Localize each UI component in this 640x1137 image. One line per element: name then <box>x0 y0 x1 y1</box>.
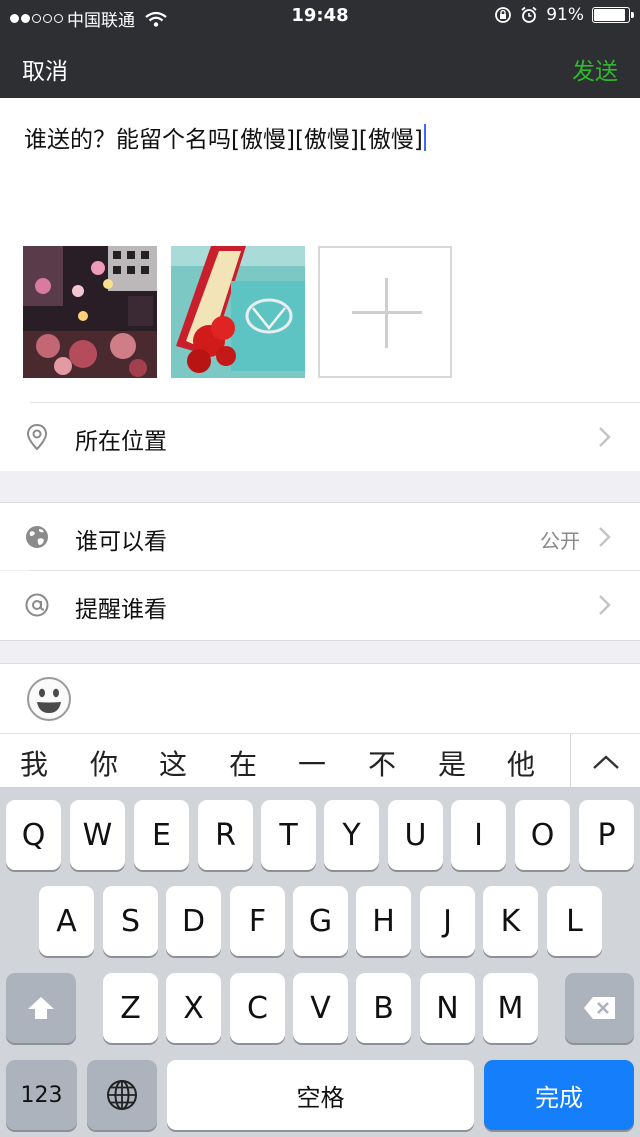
key-q[interactable]: Q <box>6 800 61 870</box>
visibility-row[interactable]: 谁可以看 公开 <box>0 502 640 570</box>
location-label: 所在位置 <box>75 429 167 455</box>
ime-candidate-bar: 我 你 这 在 一 不 是 他 <box>0 733 640 789</box>
numbers-key[interactable]: 123 <box>6 1060 77 1130</box>
photo-thumbnail-gift[interactable] <box>171 246 305 378</box>
candidate-item[interactable]: 是 <box>438 743 466 783</box>
shift-arrow-icon <box>28 997 54 1019</box>
post-text: 谁送的？能留个名吗[傲慢][傲慢][傲慢] <box>24 127 423 153</box>
cancel-button[interactable]: 取消 <box>22 52 68 86</box>
done-key[interactable]: 完成 <box>484 1060 634 1130</box>
key-x[interactable]: X <box>166 973 221 1043</box>
status-right: 91% <box>494 5 634 25</box>
key-w[interactable]: W <box>70 800 125 870</box>
key-k[interactable]: K <box>483 886 538 956</box>
globe-key[interactable] <box>87 1060 157 1130</box>
key-v[interactable]: V <box>293 973 348 1043</box>
location-pin-icon <box>26 423 48 451</box>
backspace-icon <box>583 997 615 1019</box>
globe-icon <box>107 1080 137 1110</box>
key-e[interactable]: E <box>134 800 189 870</box>
key-r[interactable]: R <box>198 800 253 870</box>
candidate-item[interactable]: 这 <box>159 743 187 783</box>
key-y[interactable]: Y <box>324 800 379 870</box>
key-p[interactable]: P <box>579 800 634 870</box>
photo-thumbnail-party[interactable] <box>23 246 157 378</box>
battery-icon <box>592 7 634 23</box>
key-j[interactable]: J <box>420 886 475 956</box>
alarm-icon <box>521 6 537 23</box>
status-bar: 中国联通 19:48 91% <box>0 0 640 34</box>
post-text-input[interactable]: 谁送的？能留个名吗[傲慢][傲慢][傲慢] <box>24 120 426 154</box>
nav-bar: 取消 发送 <box>0 34 640 98</box>
expand-candidates-button[interactable] <box>570 734 640 789</box>
mention-row[interactable]: 提醒谁看 <box>0 571 640 641</box>
key-m[interactable]: M <box>483 973 538 1043</box>
visibility-label: 谁可以看 <box>75 529 167 555</box>
emoji-bar <box>0 663 640 733</box>
candidate-item[interactable]: 他 <box>507 743 535 783</box>
space-key[interactable]: 空格 <box>167 1060 474 1130</box>
chevron-right-icon <box>599 595 611 615</box>
key-o[interactable]: O <box>515 800 570 870</box>
add-photo-button[interactable] <box>318 246 452 378</box>
key-h[interactable]: H <box>356 886 411 956</box>
candidate-item[interactable]: 不 <box>368 743 396 783</box>
candidate-item[interactable]: 我 <box>20 743 48 783</box>
key-d[interactable]: D <box>166 886 221 956</box>
shift-key[interactable] <box>6 973 76 1043</box>
delete-key[interactable] <box>565 973 634 1043</box>
at-icon <box>25 593 49 617</box>
globe-icon <box>26 526 48 548</box>
key-i[interactable]: I <box>451 800 506 870</box>
key-g[interactable]: G <box>293 886 348 956</box>
key-l[interactable]: L <box>547 886 602 956</box>
key-s[interactable]: S <box>103 886 158 956</box>
text-cursor <box>423 124 426 151</box>
gift-box-photo <box>171 246 305 378</box>
send-button[interactable]: 发送 <box>572 52 618 86</box>
emoji-face-icon[interactable] <box>26 676 72 722</box>
key-f[interactable]: F <box>230 886 285 956</box>
key-z[interactable]: Z <box>103 973 158 1043</box>
candidate-item[interactable]: 一 <box>298 743 326 783</box>
key-c[interactable]: C <box>230 973 285 1043</box>
keyboard: Q W E R T Y U I O P A S D F G H J K L Z … <box>0 788 640 1137</box>
key-b[interactable]: B <box>356 973 411 1043</box>
key-n[interactable]: N <box>420 973 475 1043</box>
key-u[interactable]: U <box>388 800 443 870</box>
candidate-item[interactable]: 在 <box>229 743 257 783</box>
battery-percent: 91% <box>546 5 584 25</box>
chevron-right-icon <box>599 427 611 447</box>
chevron-up-icon <box>593 755 619 769</box>
chevron-right-icon <box>599 527 611 547</box>
visibility-value: 公开 <box>540 529 580 553</box>
candidate-item[interactable]: 你 <box>90 743 118 783</box>
plus-icon-vertical <box>385 278 388 348</box>
top-bar: 中国联通 19:48 91% 取消 发送 <box>0 0 640 98</box>
key-t[interactable]: T <box>261 800 316 870</box>
location-row[interactable]: 所在位置 <box>0 403 640 471</box>
party-photo <box>23 246 157 378</box>
orientation-lock-icon <box>495 7 512 23</box>
mention-label: 提醒谁看 <box>75 597 167 623</box>
key-a[interactable]: A <box>39 886 94 956</box>
